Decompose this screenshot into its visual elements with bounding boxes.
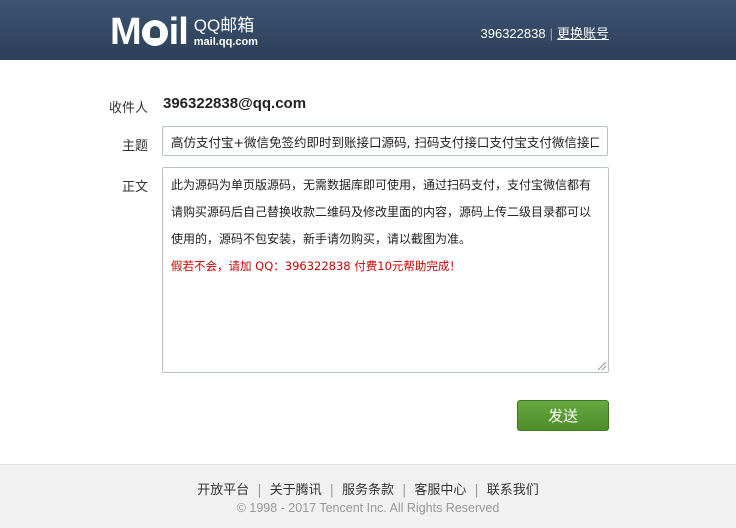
body-line: 使用的，源码不包安装，新手请勿购买，请以截图为准。 [171,232,472,246]
footer-separator: | [474,483,479,498]
subject-input[interactable] [162,126,608,156]
top-header: Mil QQ邮箱 mail.qq.com 396322838 | 更换账号 [0,0,736,60]
footer: 开放平台 | 关于腾讯 | 服务条款 | 客服中心 | 联系我们 © 1998 - 2017 T… [0,464,736,528]
logo-product-name: QQ邮箱 [193,15,255,35]
account-separator: | [549,26,553,41]
body-line: 此为源码为单页版源码，无需数据库即可使用，通过扫码支付，支付宝微信都有 [171,178,592,192]
body-label: 正文 [121,180,148,195]
account-area: 396322838 | 更换账号 [481,23,609,42]
footer-links: 开放平台 | 关于腾讯 | 服务条款 | 客服中心 | 联系我们 [0,479,736,498]
copyright: © 1998 - 2017 Tencent Inc. All Rights Re… [236,501,500,515]
footer-separator: | [257,483,262,498]
logo-domain: mail.qq.com [193,35,258,48]
recipient-label: 收件人 [108,101,148,116]
body-textarea[interactable]: 此为源码为单页版源码，无需数据库即可使用，通过扫码支付，支付宝微信都有 请购买源… [162,167,609,373]
subject-label: 主题 [121,139,148,154]
footer-separator: | [402,483,407,498]
qqmail-logo[interactable]: Mil QQ邮箱 mail.qq.com [110,12,258,52]
switch-account-link[interactable]: 更换账号 [557,26,609,41]
footer-link-terms[interactable]: 服务条款 [342,483,394,498]
body-line: 请购买源码后自己替换收款二维码及修改里面的内容，源码上传二级目录都可以 [171,205,592,219]
logo-wordmark: Mil [110,11,189,53]
body-note: 假若不会，请加 QQ：396322838 付费10元帮助完成！ [171,259,461,273]
footer-separator: | [329,483,334,498]
recipient-value: 396322838@qq.com [163,95,307,112]
send-button[interactable]: 发送 [517,400,609,431]
bell-icon [141,20,168,46]
footer-link-open-platform[interactable]: 开放平台 [197,483,249,498]
resize-grip-icon[interactable] [598,362,606,370]
footer-link-contact[interactable]: 联系我们 [487,483,539,498]
footer-link-support[interactable]: 客服中心 [414,483,466,498]
footer-link-about-tencent[interactable]: 关于腾讯 [270,483,322,498]
logo-subtitle: QQ邮箱 mail.qq.com [194,16,258,49]
account-id: 396322838 [480,26,546,41]
